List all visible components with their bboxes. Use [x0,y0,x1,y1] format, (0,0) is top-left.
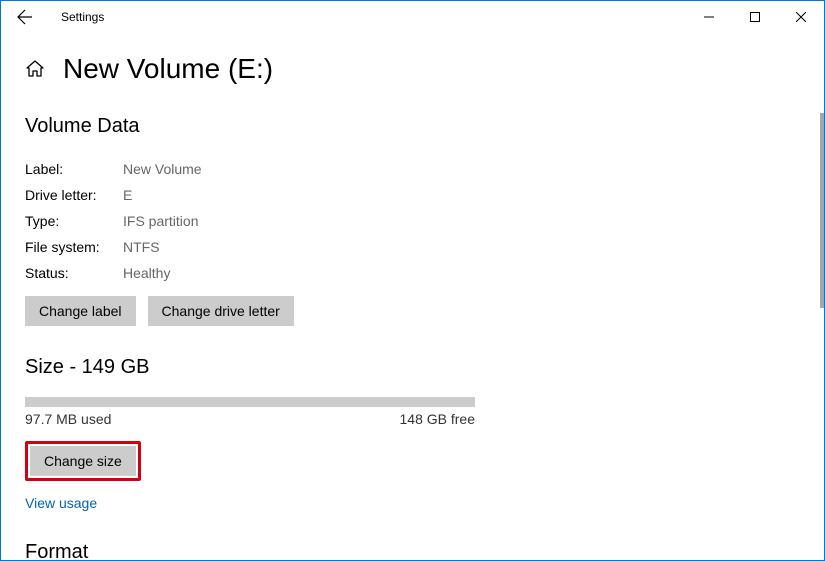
volume-data-buttons: Change label Change drive letter [25,296,800,326]
size-info: 97.7 MB used 148 GB free [25,411,475,427]
change-size-highlight: Change size [25,441,141,481]
type-key: Type: [25,208,123,234]
close-icon [796,12,806,22]
status-value: Healthy [123,260,170,286]
label-value: New Volume [123,156,202,182]
maximize-button[interactable] [732,1,778,33]
drive-letter-value: E [123,182,132,208]
change-size-button[interactable]: Change size [30,446,136,476]
arrow-left-icon [17,9,33,25]
scrollbar-thumb[interactable] [820,113,824,308]
maximize-icon [750,12,760,22]
change-drive-letter-button[interactable]: Change drive letter [148,296,294,326]
close-button[interactable] [778,1,824,33]
minimize-icon [704,12,714,22]
table-row: File system: NTFS [25,234,800,260]
size-usage-bar [25,397,475,407]
table-row: Label: New Volume [25,156,800,182]
filesystem-key: File system: [25,234,123,260]
size-used-text: 97.7 MB used [25,411,111,427]
drive-letter-key: Drive letter: [25,182,123,208]
label-key: Label: [25,156,123,182]
window-controls [686,1,824,33]
table-row: Status: Healthy [25,260,800,286]
size-free-text: 148 GB free [400,411,476,427]
table-row: Type: IFS partition [25,208,800,234]
window-title: Settings [61,10,104,24]
change-label-button[interactable]: Change label [25,296,136,326]
home-button[interactable] [25,59,45,79]
filesystem-value: NTFS [123,234,160,260]
volume-data-table: Label: New Volume Drive letter: E Type: … [25,156,800,286]
content-area: New Volume (E:) Volume Data Label: New V… [1,33,824,560]
volume-data-heading: Volume Data [25,115,800,138]
home-icon [25,59,45,79]
size-heading: Size - 149 GB [25,356,800,379]
view-usage-link[interactable]: View usage [25,495,800,511]
back-button[interactable] [9,1,41,33]
format-heading: Format [25,541,800,560]
table-row: Drive letter: E [25,182,800,208]
type-value: IFS partition [123,208,198,234]
minimize-button[interactable] [686,1,732,33]
page-header: New Volume (E:) [25,53,800,85]
titlebar: Settings [1,1,824,33]
status-key: Status: [25,260,123,286]
page-title: New Volume (E:) [63,53,273,85]
